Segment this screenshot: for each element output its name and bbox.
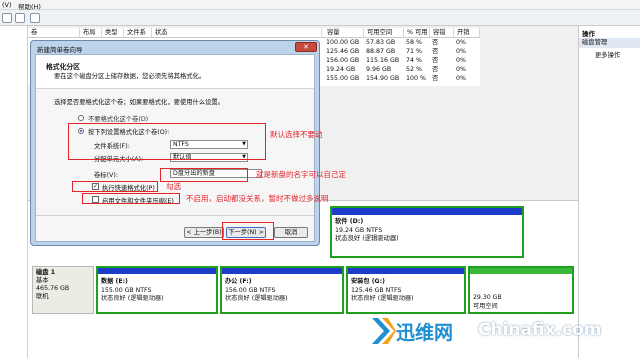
format-question: 选择是否要格式化这个卷；如果要格式化，要使用什么设置。 [54,99,225,106]
menu-bar: (V) 帮助(H) [0,0,640,11]
partition-d-size: 19.24 GB NTFS [335,226,383,234]
disk-status: 联机 [36,293,49,300]
partition-g-name: 安装包 (G:) [351,278,385,285]
annotation-box-volume-label [160,168,248,182]
volume-label-label: 卷标(V): [94,172,118,179]
col-pct-free[interactable]: % 可用 [404,28,430,38]
annotation-box-compression [82,193,180,204]
annotation-box-format-options [68,123,266,160]
disk-size: 465.76 GB [36,285,70,292]
partition-f[interactable]: 办公 (F:) 156.00 GB NTFS 状态良好 (逻辑驱动器) [220,266,344,314]
partition-g[interactable]: 安装包 (G:) 125.46 GB NTFS 状态良好 (逻辑驱动器) [346,266,466,314]
col-volume[interactable]: 卷 [28,28,80,38]
partition-bar [332,208,522,215]
console-tree [0,26,28,358]
close-icon[interactable]: ✕ [295,42,317,52]
col-layout[interactable]: 布局 [80,28,102,38]
free-status: 可用空间 [473,302,498,310]
partition-g-size: 125.46 GB NTFS [351,286,402,294]
col-capacity[interactable]: 容量 [324,28,364,38]
annotation-box-quick-format [72,181,158,192]
partition-f-status: 状态良好 (逻辑驱动器) [225,295,288,302]
partition-e-size: 155.00 GB NTFS [101,286,152,294]
partition-g-status: 状态良好 (逻辑驱动器) [351,295,414,302]
divider [36,215,314,216]
actions-title: 操作 [582,30,595,38]
partition-f-name: 办公 (F:) [225,278,252,285]
dialog-title: 新建简单卷向导 [37,46,83,54]
annotation-disable: 不启用，启动都没关系，暂时不做过多说明 [186,194,329,203]
dialog-header: 格式化分区 要在这个磁盘分区上储存数据，您必须先将其格式化。 [36,55,314,89]
disk-1-label[interactable]: 磁盘 1 基本 465.76 GB 联机 [32,266,94,314]
more-actions-link[interactable]: 更多操作 [579,50,640,59]
cancel-button[interactable]: 取消 [274,227,308,238]
watermark: 迅维网 Chinafix.com [368,312,640,358]
annotation-default: 默认选择不要动 [270,130,323,139]
disk-name: 磁盘 1 [36,269,56,276]
col-filesystem[interactable]: 文件系统 [124,28,152,46]
partition-d-name: 软件 (D:) [335,218,364,225]
partition-d-status: 状态良好 (逻辑驱动器) [335,235,399,242]
disk-type: 基本 [36,277,49,284]
free-size: 29.30 GB [473,294,502,301]
dialog-heading: 格式化分区 [46,63,80,71]
volume-list-header: 卷 布局 类型 文件系统 状态 容量 可用空间 % 可用 容错 开销 [28,28,480,46]
col-status[interactable]: 状态 [152,28,322,38]
watermark-en: Chinafix.com [478,320,602,340]
actions-pane: 操作 磁盘管理 更多操作 [578,26,640,358]
back-icon[interactable] [2,13,12,23]
annotation-name: 就是新盘的名字可以自己定 [256,170,346,179]
col-overhead[interactable]: 开销 [454,28,480,38]
dialog-subheading: 要在这个磁盘分区上储存数据，您必须先将其格式化。 [54,73,206,80]
partition-e[interactable]: 数据 (E:) 155.00 GB NTFS 状态良好 (逻辑驱动器) [96,266,218,314]
chinafix-logo-icon [372,318,396,344]
annotation-check: 勾选 [166,182,181,191]
properties-icon[interactable] [30,13,40,23]
forward-icon[interactable] [15,13,25,23]
col-free[interactable]: 可用空间 [364,28,404,38]
partition-e-name: 数据 (E:) [101,278,128,285]
watermark-cn: 迅维网 [396,322,454,344]
no-format-radio[interactable] [78,115,84,121]
menu-view[interactable]: (V) [2,1,12,9]
partition-e-status: 状态良好 (逻辑驱动器) [101,295,164,302]
partition-f-size: 156.00 GB NTFS [225,286,276,294]
unallocated-space[interactable]: 29.30 GB 可用空间 [468,266,574,314]
no-format-label[interactable]: 不要格式化这个卷(D) [88,114,148,123]
col-fault[interactable]: 容错 [430,28,454,38]
partition-d[interactable]: 软件 (D:) 19.24 GB NTFS 状态良好 (逻辑驱动器) [330,206,524,258]
toolbar [0,10,640,26]
annotation-box-next [222,222,274,240]
actions-group-disk-management[interactable]: 磁盘管理 [579,38,640,48]
back-button[interactable]: < 上一步(B) [184,227,224,238]
col-type[interactable]: 类型 [102,28,124,38]
